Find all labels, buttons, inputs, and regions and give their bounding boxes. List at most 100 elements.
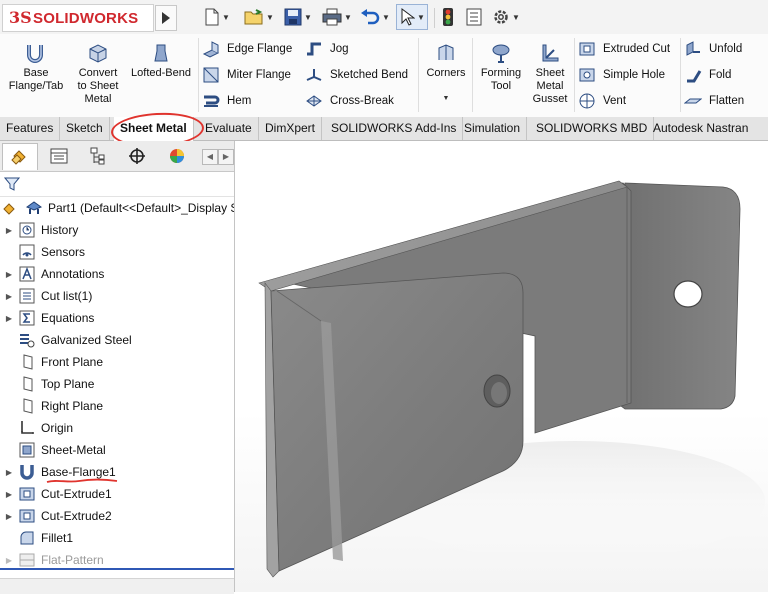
- tab-simulation[interactable]: Simulation: [458, 117, 528, 140]
- tab-sheet-metal[interactable]: Sheet Metal: [114, 117, 194, 141]
- select-tool-button[interactable]: ▼: [396, 4, 428, 30]
- tab-evaluate[interactable]: Evaluate: [199, 117, 259, 140]
- dimxpert-manager-tab[interactable]: [120, 143, 154, 169]
- cross-break-label: Cross-Break: [330, 95, 394, 107]
- tree-root-part[interactable]: Part1 (Default<<Default>_Display S: [0, 197, 234, 219]
- extruded-cut-button[interactable]: Extruded Cut: [578, 38, 670, 60]
- tree-item-front-plane[interactable]: Front Plane: [0, 351, 234, 373]
- miter-flange-button[interactable]: Miter Flange: [202, 64, 291, 86]
- display-manager-tab[interactable]: [160, 143, 194, 169]
- tree-item-cut-extrude1[interactable]: ▶ Cut-Extrude1: [0, 483, 234, 505]
- tree-item-material[interactable]: Galvanized Steel: [0, 329, 234, 351]
- sheet-metal-part-icon: [25, 201, 43, 214]
- tree-item-cut-list[interactable]: ▶ Cut list(1): [0, 285, 234, 307]
- flatten-button[interactable]: Flatten: [684, 90, 744, 112]
- file-properties-button[interactable]: [466, 6, 482, 28]
- vent-button[interactable]: Vent: [578, 90, 626, 112]
- chevron-down-icon: ▼: [512, 12, 520, 22]
- edge-flange-button[interactable]: Edge Flange: [202, 38, 292, 60]
- tree-item-sensors[interactable]: Sensors: [0, 241, 234, 263]
- expand-arrow-icon[interactable]: ▶: [5, 314, 13, 323]
- sheet-metal-gusset-button[interactable]: Sheet Metal Gusset: [528, 42, 572, 106]
- cross-break-button[interactable]: Cross-Break: [305, 90, 394, 112]
- tree-item-cut-extrude2[interactable]: ▶ Cut-Extrude2: [0, 505, 234, 527]
- tree-item-equations[interactable]: ▶ Equations: [0, 307, 234, 329]
- tab-solidworks-mbd[interactable]: SOLIDWORKS MBD: [530, 117, 655, 140]
- expand-arrow-icon[interactable]: ▶: [5, 490, 13, 499]
- lofted-bend-button[interactable]: Lofted-Bend: [126, 42, 196, 80]
- expand-arrow-icon[interactable]: ▶: [5, 512, 13, 521]
- new-document-button[interactable]: ▼: [204, 6, 230, 28]
- hem-button[interactable]: Hem: [202, 90, 251, 112]
- graphics-viewport[interactable]: [235, 141, 768, 592]
- tree-item-label: Base-Flange1: [41, 465, 116, 479]
- tree-item-history[interactable]: ▶ History: [0, 219, 234, 241]
- tree-item-origin[interactable]: Origin: [0, 417, 234, 439]
- chevron-down-icon: ▼: [222, 12, 230, 22]
- jog-icon: [307, 42, 321, 56]
- expand-arrow-icon[interactable]: ▶: [5, 556, 13, 565]
- expand-arrow-icon[interactable]: ▶: [5, 270, 13, 279]
- crosshair-icon: [129, 148, 145, 164]
- sheet-metal-folder-icon: [19, 442, 35, 458]
- panel-splitter[interactable]: [0, 568, 234, 570]
- simple-hole-label: Simple Hole: [603, 69, 665, 81]
- chevron-down-icon[interactable]: ▼: [422, 92, 470, 105]
- cross-break-icon: [306, 95, 322, 107]
- simple-hole-button[interactable]: Simple Hole: [578, 64, 665, 86]
- chevron-left-icon[interactable]: ◀: [202, 149, 218, 165]
- options-button[interactable]: ▼: [492, 6, 520, 28]
- forming-tool-button[interactable]: Forming Tool: [476, 42, 526, 93]
- tree-item-right-plane[interactable]: Right Plane: [0, 395, 234, 417]
- sheet-metal-model: [258, 180, 765, 578]
- annotations-icon: [19, 266, 35, 282]
- tab-dimxpert[interactable]: DimXpert: [259, 117, 323, 140]
- extruded-cut-icon: [579, 42, 595, 56]
- expand-arrow-icon[interactable]: ▶: [5, 468, 13, 477]
- open-document-button[interactable]: ▼: [244, 6, 274, 28]
- ribbon-separator: [418, 38, 419, 112]
- chevron-right-icon[interactable]: ▶: [218, 149, 234, 165]
- base-flange-icon: [27, 45, 43, 63]
- tab-features[interactable]: Features: [0, 117, 61, 140]
- tree-item-base-flange[interactable]: ▶ Base-Flange1: [0, 461, 234, 483]
- corners-button[interactable]: Corners ▼: [422, 42, 470, 105]
- property-manager-tab[interactable]: [42, 143, 76, 169]
- jog-button[interactable]: Jog: [305, 38, 349, 60]
- expand-menu-button[interactable]: [155, 5, 177, 31]
- save-button[interactable]: ▼: [284, 6, 312, 28]
- lofted-bend-icon: [154, 44, 168, 62]
- solidworks-logo[interactable]: 3S SOLIDWORKS: [2, 4, 154, 32]
- rebuild-button[interactable]: [442, 6, 454, 28]
- tree-item-label: Annotations: [41, 267, 105, 281]
- tab-autodesk-nastran[interactable]: Autodesk Nastran In-C: [647, 117, 768, 158]
- filter-icon[interactable]: [4, 176, 20, 192]
- tab-solidworks-add-ins[interactable]: SOLIDWORKS Add-Ins: [325, 117, 464, 140]
- tab-sketch[interactable]: Sketch: [60, 117, 110, 140]
- feature-manager-tab[interactable]: [2, 143, 38, 170]
- base-flange-button[interactable]: Base Flange/Tab: [4, 42, 68, 93]
- ribbon-separator: [574, 38, 575, 112]
- chevron-down-icon: ▼: [266, 12, 274, 22]
- property-manager-icon: [50, 148, 68, 164]
- tree-item-label: Front Plane: [41, 355, 104, 369]
- sketched-bend-button[interactable]: Sketched Bend: [305, 64, 408, 86]
- configuration-manager-tab[interactable]: [80, 143, 114, 169]
- tree-item-top-plane[interactable]: Top Plane: [0, 373, 234, 395]
- tree-item-fillet1[interactable]: Fillet1: [0, 527, 234, 549]
- tree-item-annotations[interactable]: ▶ Annotations: [0, 263, 234, 285]
- undo-icon: [361, 9, 380, 25]
- fold-button[interactable]: Fold: [684, 64, 731, 86]
- part-icon: [3, 203, 15, 215]
- tree-item-sheet-metal[interactable]: Sheet-Metal: [0, 439, 234, 461]
- expand-arrow-icon[interactable]: ▶: [5, 226, 13, 235]
- print-button[interactable]: ▼: [322, 6, 352, 28]
- plane-icon: [23, 398, 33, 414]
- fold-label: Fold: [709, 69, 732, 81]
- material-icon: [20, 334, 35, 348]
- gusset-label: Sheet Metal Gusset: [532, 67, 568, 105]
- convert-to-sheet-metal-button[interactable]: Convert to Sheet Metal: [70, 42, 126, 106]
- unfold-button[interactable]: Unfold: [684, 38, 742, 60]
- expand-arrow-icon[interactable]: ▶: [5, 292, 13, 301]
- undo-button[interactable]: ▼: [360, 6, 390, 28]
